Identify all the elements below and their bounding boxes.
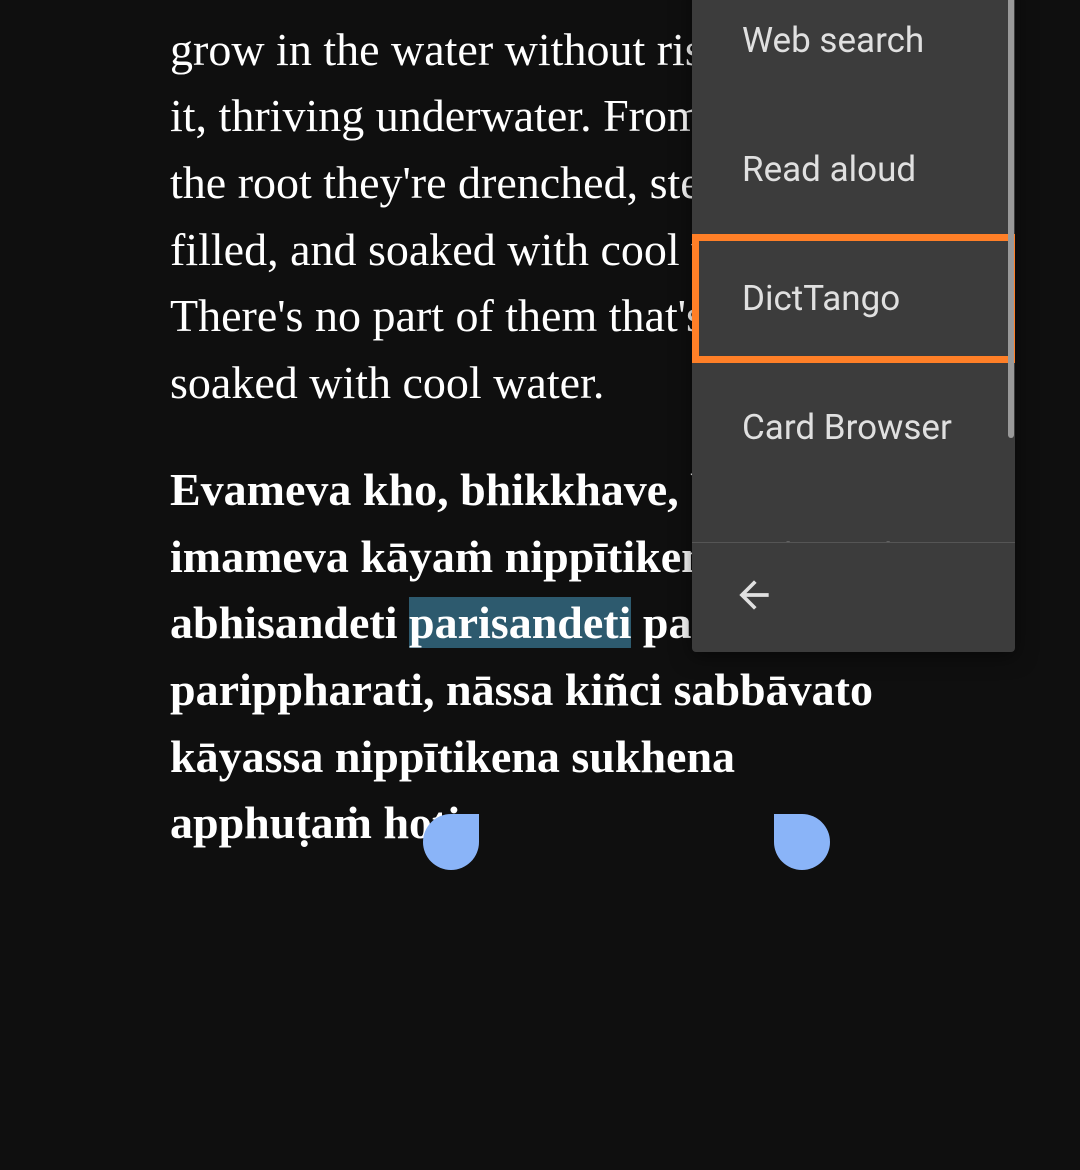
selection-handle-start[interactable] [423, 814, 479, 870]
back-button[interactable] [692, 543, 1015, 652]
dicttango-menu-item[interactable]: DictTango [692, 234, 1015, 363]
web-search-menu-item[interactable]: Web search [692, 0, 1015, 105]
back-arrow-icon [732, 573, 776, 617]
anki-card-menu-item[interactable]: Anki Card [692, 492, 1015, 542]
text-selection-context-menu: Web search Read aloud DictTango Card Bro… [692, 0, 1015, 652]
menu-scrollbar[interactable] [1008, 0, 1014, 438]
selected-word[interactable]: parisandeti [409, 597, 631, 648]
read-aloud-menu-item[interactable]: Read aloud [692, 105, 1015, 234]
card-browser-menu-item[interactable]: Card Browser [692, 363, 1015, 492]
selection-handle-end[interactable] [774, 814, 830, 870]
